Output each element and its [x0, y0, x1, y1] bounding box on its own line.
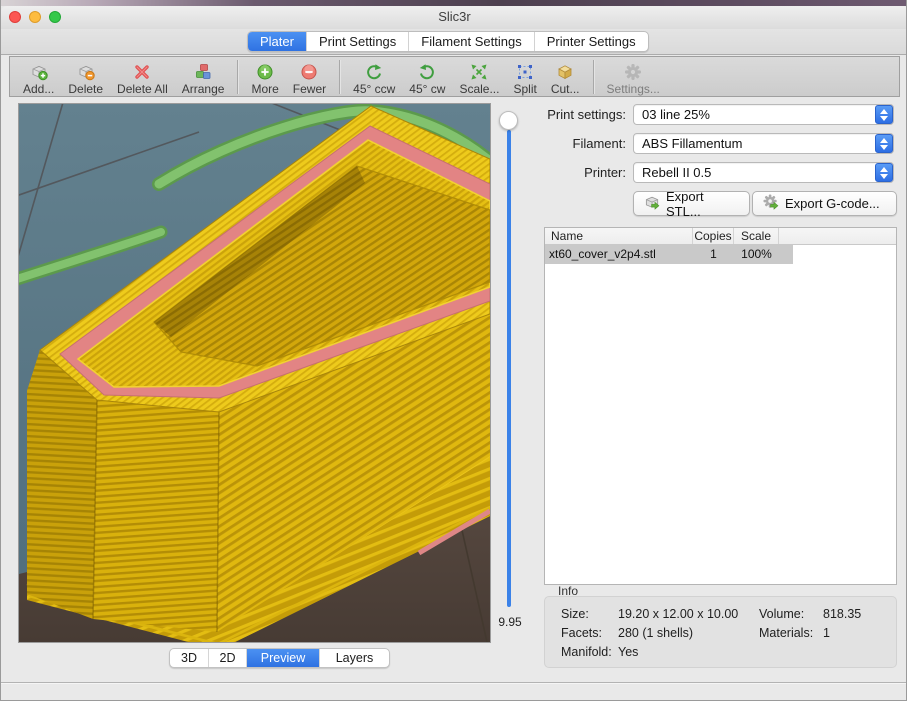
- cut-button[interactable]: Cut...: [544, 58, 587, 96]
- print-settings-select[interactable]: 03 line 25%: [633, 104, 894, 125]
- delete-button-label: Delete: [68, 82, 103, 96]
- select-stepper-icon[interactable]: [875, 105, 893, 124]
- preview-3d-viewport[interactable]: [18, 103, 491, 643]
- delete-object-icon: [77, 63, 95, 82]
- cell-scale: 100%: [734, 245, 779, 264]
- rotate-ccw-icon: [365, 63, 383, 82]
- rotate-cw-icon: [418, 63, 436, 82]
- toolbar-separator: [339, 60, 340, 94]
- arrange-icon: [194, 63, 212, 82]
- facets-label: Facets:: [561, 626, 602, 640]
- view-mode-tabs: 3D 2D Preview Layers: [169, 648, 390, 668]
- layer-slider-value: 9.95: [487, 615, 533, 629]
- split-button[interactable]: Split: [506, 58, 543, 96]
- cut-button-label: Cut...: [551, 82, 580, 96]
- tab-preview[interactable]: Preview: [247, 649, 320, 667]
- delete-all-button[interactable]: Delete All: [110, 58, 175, 96]
- delete-all-icon: [133, 63, 151, 82]
- cut-icon: [556, 63, 574, 82]
- volume-value: 818.35: [823, 607, 861, 621]
- facets-value: 280 (1 shells): [618, 626, 693, 640]
- manifold-label: Manifold:: [561, 645, 612, 659]
- filament-label: Filament:: [501, 133, 626, 154]
- size-value: 19.20 x 12.00 x 10.00: [618, 607, 738, 621]
- toolbar-separator: [237, 60, 238, 94]
- plater-toolbar: Add... Delete Delete All: [9, 56, 900, 97]
- tab-layers[interactable]: Layers: [320, 649, 389, 667]
- column-header-copies[interactable]: Copies: [693, 228, 734, 244]
- fewer-button-label: Fewer: [293, 82, 326, 96]
- tab-plater[interactable]: Plater: [248, 32, 307, 51]
- scale-icon: [470, 63, 488, 82]
- window-title: Slic3r: [1, 9, 907, 24]
- settings-button-label: Settings...: [607, 82, 660, 96]
- rotate-cw-button[interactable]: 45° cw: [402, 58, 452, 96]
- rotate-cw-button-label: 45° cw: [409, 82, 445, 96]
- scale-button[interactable]: Scale...: [452, 58, 506, 96]
- export-stl-label: Export STL...: [666, 189, 739, 219]
- delete-button[interactable]: Delete: [61, 58, 110, 96]
- delete-all-button-label: Delete All: [117, 82, 168, 96]
- select-stepper-icon[interactable]: [875, 163, 893, 182]
- main-tabbar: Plater Print Settings Filament Settings …: [1, 29, 907, 55]
- select-stepper-icon[interactable]: [875, 134, 893, 153]
- cell-copies: 1: [693, 245, 734, 264]
- manifold-value: Yes: [618, 645, 638, 659]
- more-button-label: More: [251, 82, 278, 96]
- export-gcode-label: Export G-code...: [785, 196, 880, 211]
- export-gcode-button[interactable]: Export G-code...: [752, 191, 897, 216]
- rotate-ccw-button[interactable]: 45° ccw: [346, 58, 402, 96]
- materials-label: Materials:: [759, 626, 813, 640]
- slic3r-window: Slic3r Plater Print Settings Filament Se…: [0, 0, 907, 701]
- objects-table: Name Copies Scale xt60_cover_v2p4.stl 1 …: [544, 227, 897, 585]
- materials-value: 1: [823, 626, 830, 640]
- tab-3d[interactable]: 3D: [170, 649, 209, 667]
- rotate-ccw-button-label: 45° ccw: [353, 82, 395, 96]
- split-button-label: Split: [513, 82, 536, 96]
- printer-label: Printer:: [501, 162, 626, 183]
- settings-gear-icon: [624, 63, 642, 82]
- size-label: Size:: [561, 607, 589, 621]
- sliced-model-scene: [19, 104, 490, 642]
- settings-button[interactable]: Settings...: [600, 58, 667, 96]
- arrange-button[interactable]: Arrange: [175, 58, 232, 96]
- more-button[interactable]: More: [244, 58, 285, 96]
- layer-slider-track[interactable]: [507, 130, 511, 607]
- filament-select[interactable]: ABS Fillamentum: [633, 133, 894, 154]
- tab-filament-settings[interactable]: Filament Settings: [409, 32, 534, 51]
- scale-button-label: Scale...: [459, 82, 499, 96]
- more-copies-icon: [256, 63, 274, 82]
- fewer-copies-icon: [300, 63, 318, 82]
- fewer-button[interactable]: Fewer: [286, 58, 333, 96]
- main-tabs: Plater Print Settings Filament Settings …: [247, 31, 649, 52]
- export-stl-button[interactable]: Export STL...: [633, 191, 750, 216]
- printer-select[interactable]: Rebell II 0.5: [633, 162, 894, 183]
- objects-table-header: Name Copies Scale: [545, 228, 896, 245]
- model-front-wall: [93, 400, 219, 632]
- statusbar: [1, 684, 907, 701]
- titlebar: Slic3r: [1, 6, 907, 29]
- filament-value: ABS Fillamentum: [642, 136, 742, 151]
- toolbar-separator: [593, 60, 594, 94]
- column-header-name[interactable]: Name: [545, 228, 693, 244]
- arrange-button-label: Arrange: [182, 82, 225, 96]
- tab-print-settings[interactable]: Print Settings: [307, 32, 409, 51]
- column-header-scale[interactable]: Scale: [734, 228, 779, 244]
- export-gcode-icon: [763, 194, 780, 214]
- export-stl-icon: [644, 194, 661, 214]
- table-row[interactable]: xt60_cover_v2p4.stl 1 100%: [545, 245, 793, 264]
- printer-value: Rebell II 0.5: [642, 165, 711, 180]
- add-object-icon: [30, 63, 48, 82]
- split-icon: [516, 63, 534, 82]
- add-button[interactable]: Add...: [16, 58, 61, 96]
- print-settings-value: 03 line 25%: [642, 107, 710, 122]
- tab-2d[interactable]: 2D: [209, 649, 247, 667]
- cell-name: xt60_cover_v2p4.stl: [545, 245, 693, 264]
- print-settings-label: Print settings:: [501, 104, 626, 125]
- tab-printer-settings[interactable]: Printer Settings: [535, 32, 648, 51]
- add-button-label: Add...: [23, 82, 54, 96]
- volume-label: Volume:: [759, 607, 804, 621]
